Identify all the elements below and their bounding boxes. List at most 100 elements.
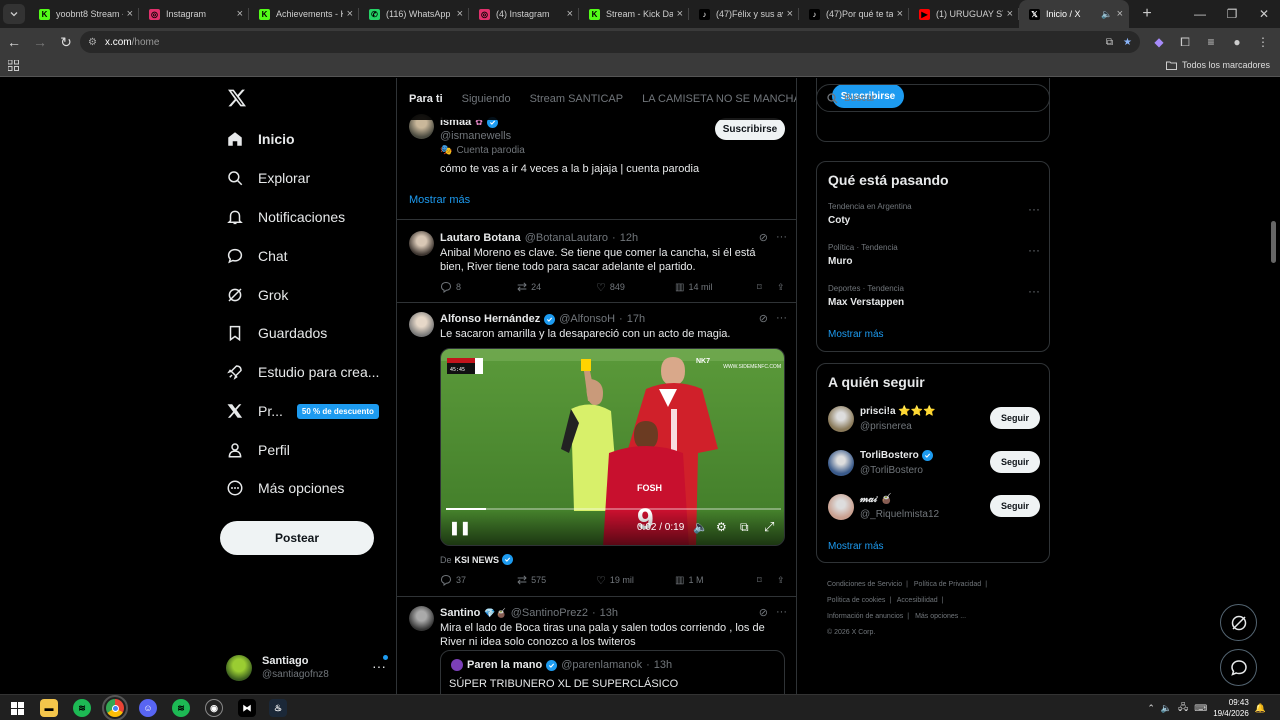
account-switcher[interactable]: Santiago @santiagofnz8 ···	[226, 648, 394, 688]
post-author-handle[interactable]: @AlfonsoH	[559, 313, 615, 325]
picture-in-picture-icon[interactable]: ⧉	[740, 520, 749, 535]
follow-suggestion[interactable]: prisci!a ⭐⭐⭐ @prisnerea Seguir	[828, 404, 1040, 436]
footer-link-privacy[interactable]: Política de Privacidad	[914, 581, 981, 588]
all-bookmarks-button[interactable]: Todos los marcadores	[1165, 60, 1270, 70]
close-tab-icon[interactable]: ×	[237, 8, 243, 20]
close-tab-icon[interactable]: ×	[787, 8, 793, 20]
post-author-name[interactable]: Lautaro Botana	[440, 232, 521, 244]
footer-link-ads[interactable]: Información de anuncios	[827, 613, 903, 620]
follow-suggestion[interactable]: TorliBostero @TorliBostero Seguir	[828, 448, 1040, 480]
follow-button[interactable]: Seguir	[990, 407, 1040, 429]
browser-tab[interactable]: 𝕏 Inicio / X 🔈 ×	[1019, 0, 1129, 28]
follow-avatar[interactable]	[828, 494, 854, 520]
bookmark-star-icon[interactable]: ★	[1123, 37, 1132, 48]
post-author-handle[interactable]: @ismanewells	[440, 130, 511, 142]
bookmark-post-button[interactable]: ⌑	[757, 282, 777, 293]
reply-button[interactable]: 37	[440, 574, 517, 586]
volume-tray-icon[interactable]: 🔈	[1161, 703, 1172, 714]
bookmark-post-button[interactable]: ⌑	[757, 575, 777, 586]
repost-button[interactable]: ⇄ 575	[517, 573, 596, 587]
spotify-icon[interactable]: ≋	[73, 699, 91, 717]
browser-tab[interactable]: ♪ (47)Félix y sus ave ×	[689, 0, 799, 28]
steam-icon[interactable]: ♨	[269, 699, 287, 717]
grok-fab[interactable]	[1220, 604, 1257, 641]
search-box[interactable]: Buscar	[816, 84, 1050, 112]
volume-icon[interactable]: 🔈	[693, 520, 708, 534]
quote-author-handle[interactable]: @parenlamanok	[561, 659, 642, 671]
follow-suggestion[interactable]: 𝓂𝒶𝒾 🧉 @_Riquelmista12 Seguir	[828, 492, 1040, 524]
post-alfonso[interactable]: Alfonso Hernández @AlfonsoH · 17h ⊘ ··· L…	[397, 303, 796, 597]
close-tab-icon[interactable]: ×	[677, 8, 683, 20]
clock[interactable]: 09:43 19/4/2026	[1213, 697, 1249, 719]
new-tab-button[interactable]: +	[1137, 5, 1157, 23]
subscribe-button[interactable]: Suscribirse	[715, 118, 785, 140]
windows-start-icon[interactable]	[8, 699, 26, 717]
restore-icon[interactable]: ❐	[1216, 0, 1248, 28]
trend-item[interactable]: Tendencia en Argentina Coty ···	[828, 202, 1040, 226]
trend-more-icon[interactable]: ···	[1028, 202, 1040, 216]
repost-button[interactable]: ⇄ 24	[517, 280, 596, 294]
timeline-tab[interactable]: Stream SANTICAP	[530, 93, 624, 105]
timeline-tab[interactable]: LA CAMISETA NO SE MANCHA	[642, 93, 796, 105]
timeline-tab[interactable]: Siguiendo	[462, 93, 511, 105]
browser-tab[interactable]: ♪ (47)Por qué te tat ×	[799, 0, 909, 28]
views-button[interactable]: ▥ 1 M	[675, 575, 757, 586]
apps-grid-icon[interactable]	[8, 60, 19, 71]
page-scrollbar[interactable]	[1271, 221, 1276, 263]
follow-handle[interactable]: @TorliBostero	[860, 463, 933, 478]
post-avatar[interactable]	[409, 231, 434, 256]
messages-fab[interactable]	[1220, 649, 1257, 686]
browser-menu-icon[interactable]: ⋮	[1254, 32, 1272, 52]
post-avatar[interactable]	[409, 606, 434, 631]
footer-link-terms[interactable]: Condiciones de Servicio	[827, 581, 902, 588]
post-more-icon[interactable]: ···	[776, 231, 787, 244]
capcut-icon[interactable]: ⧓	[238, 699, 256, 717]
follow-avatar[interactable]	[828, 450, 854, 476]
extension-icon[interactable]: ◆	[1150, 32, 1168, 52]
post-ismaa[interactable]: Ismaa ✿ @ismanewells 🎭 Cuenta parodia có…	[397, 108, 796, 220]
from-source-link[interactable]: KSI NEWS	[455, 555, 500, 565]
reply-button[interactable]: 8	[440, 281, 517, 293]
tab-search-button[interactable]	[3, 4, 25, 24]
browser-tab[interactable]: ▶ (1) URUGUAY STR ×	[909, 0, 1019, 28]
post-more-icon[interactable]: ···	[776, 606, 787, 619]
chrome-icon[interactable]	[102, 695, 128, 720]
site-info-icon[interactable]: ⚙	[88, 37, 97, 48]
profile-avatar-icon[interactable]: ●	[1228, 32, 1246, 52]
nav-item-grok[interactable]: Grok	[226, 280, 288, 310]
close-tab-icon[interactable]: ×	[347, 8, 353, 20]
views-button[interactable]: ▥ 14 mil	[675, 282, 757, 293]
nav-item-rocket[interactable]: Estudio para crea...	[226, 357, 379, 387]
grok-analyze-icon[interactable]: ⊘	[759, 312, 768, 325]
back-button[interactable]: ←	[2, 30, 26, 54]
post-more-icon[interactable]: ···	[776, 312, 787, 325]
network-icon[interactable]: 🖧	[1178, 700, 1188, 716]
reload-button[interactable]: ↻	[54, 30, 78, 54]
share-button[interactable]: ⇪	[777, 282, 785, 293]
post-author-handle[interactable]: @BotanaLautaro	[525, 232, 608, 244]
notification-bell-icon[interactable]: 🔔	[1255, 703, 1266, 714]
address-bar[interactable]: ⚙ x.com/home ⧉ ★	[80, 31, 1140, 53]
nav-item-bookmark[interactable]: Guardados	[226, 318, 327, 348]
browser-tab[interactable]: K Achievements - K ×	[249, 0, 359, 28]
nav-item-more-circle[interactable]: Más opciones	[226, 473, 344, 503]
post-time[interactable]: 17h	[627, 313, 645, 325]
extensions-puzzle-icon[interactable]: ⧠	[1176, 32, 1194, 52]
fullscreen-icon[interactable]: ⤢	[764, 519, 774, 535]
pause-icon[interactable]: ❚❚	[449, 520, 471, 536]
quote-author-name[interactable]: Paren la mano	[467, 659, 542, 671]
post-avatar[interactable]	[409, 312, 434, 337]
browser-tab[interactable]: ◎ (4) Instagram ×	[469, 0, 579, 28]
file-explorer-icon[interactable]: ▬	[40, 699, 58, 717]
media-control-icon[interactable]: ≡	[1202, 32, 1220, 52]
like-button[interactable]: ♡ 19 mil	[596, 574, 675, 587]
post-button[interactable]: Postear	[220, 521, 374, 555]
spotify-2-icon[interactable]: ≋	[172, 699, 190, 717]
language-icon[interactable]: ⌨	[1194, 703, 1207, 714]
follow-handle[interactable]: @prisnerea	[860, 419, 936, 434]
post-author-name[interactable]: Alfonso Hernández	[440, 313, 540, 325]
browser-tab[interactable]: Kyoobnt8 Stream - ×	[29, 0, 139, 28]
follow-handle[interactable]: @_Riquelmista12	[860, 507, 939, 522]
follow-name[interactable]: TorliBostero	[860, 448, 919, 463]
minimize-icon[interactable]: —	[1184, 0, 1216, 28]
